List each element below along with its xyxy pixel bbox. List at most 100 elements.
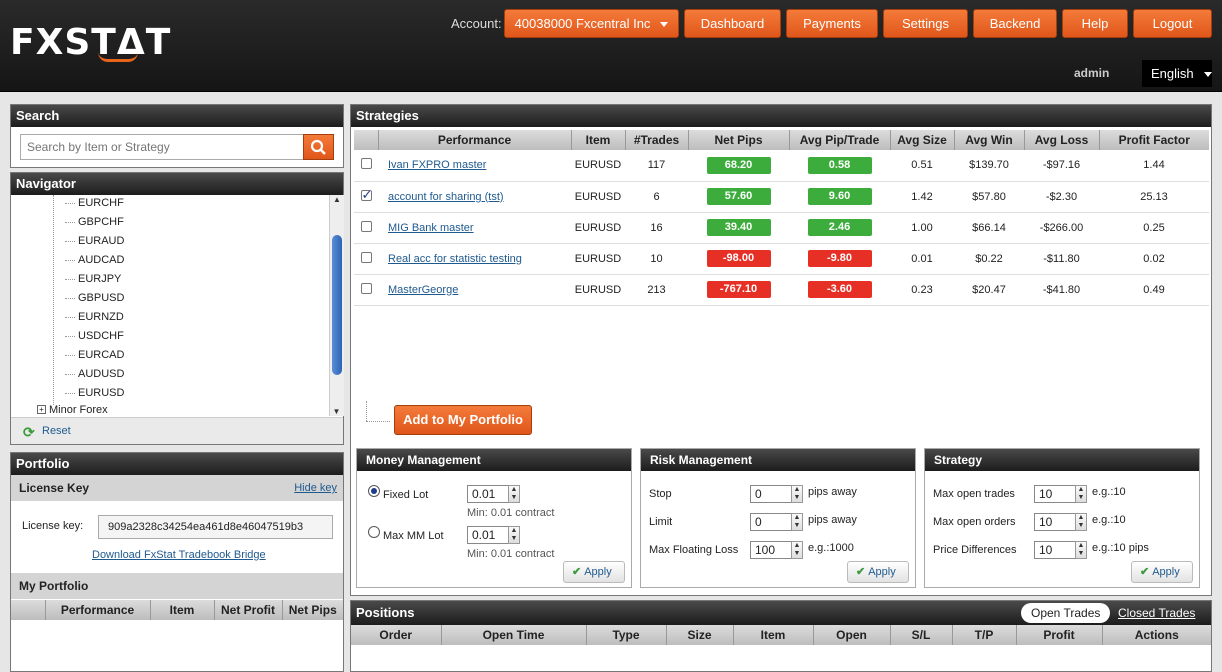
col-item[interactable]: Item bbox=[571, 130, 626, 150]
max-mm-lot-radio[interactable] bbox=[368, 526, 380, 538]
strategy-apply-button[interactable]: ✔ Apply bbox=[1131, 561, 1193, 583]
tree-item[interactable]: EURJPY bbox=[78, 273, 121, 285]
tree-item[interactable]: AUDUSD bbox=[78, 368, 124, 380]
col-profit-factor[interactable]: Profit Factor bbox=[1099, 130, 1209, 150]
col-profit[interactable]: Profit bbox=[1016, 625, 1103, 645]
fxstat-logo[interactable]: FXSTΔT bbox=[10, 22, 171, 63]
tab-open-trades[interactable]: Open Trades bbox=[1021, 603, 1111, 623]
risk-apply-button[interactable]: ✔ Apply bbox=[847, 561, 909, 583]
tree-item[interactable]: EURAUD bbox=[78, 235, 124, 247]
strategies-table: Performance Item #Trades Net Pips Avg Pi… bbox=[354, 130, 1209, 306]
col-type[interactable]: Type bbox=[586, 625, 667, 645]
max-mm-lot-stepper[interactable]: ▲ ▼ bbox=[508, 526, 520, 544]
col-item[interactable]: Item bbox=[150, 600, 215, 620]
strategy-name-link[interactable]: account for sharing (tst) bbox=[388, 191, 504, 203]
col-net-profit[interactable]: Net Profit bbox=[214, 600, 283, 620]
strategy-row[interactable]: Real acc for statistic testing EURUSD 10 -9… bbox=[354, 243, 1209, 275]
hide-key-link[interactable]: Hide key bbox=[294, 475, 337, 501]
navigator-scrollbar[interactable]: ▲ ▼ bbox=[329, 195, 344, 416]
strategy-row[interactable]: MasterGeorge EURUSD 213 -767.10 -3.60 0.23 $20… bbox=[354, 274, 1209, 306]
profit-factor-cell: 0.02 bbox=[1099, 243, 1209, 275]
max-floating-loss-input[interactable]: 100 bbox=[750, 541, 792, 559]
scroll-up-icon[interactable]: ▲ bbox=[330, 195, 344, 204]
strategy-name-link[interactable]: Ivan FXPRO master bbox=[388, 159, 486, 171]
search-input[interactable] bbox=[20, 134, 304, 160]
tree-item[interactable]: EURUSD bbox=[78, 387, 124, 399]
tree-item[interactable]: EURCHF bbox=[78, 197, 124, 209]
col-actions[interactable]: Actions bbox=[1102, 625, 1211, 645]
max-open-trades-stepper[interactable]: ▲ ▼ bbox=[1075, 485, 1087, 503]
tree-item[interactable]: EURNZD bbox=[78, 311, 124, 323]
scroll-down-icon[interactable]: ▼ bbox=[330, 407, 343, 416]
row-checkbox[interactable] bbox=[360, 187, 372, 203]
account-dropdown[interactable]: 40038000 Fxcentral Inc bbox=[504, 9, 679, 38]
col-sl[interactable]: S/L bbox=[890, 625, 953, 645]
download-bridge-link[interactable]: Download FxStat Tradebook Bridge bbox=[92, 549, 266, 561]
strategy-name-link[interactable]: MIG Bank master bbox=[388, 222, 474, 234]
help-button[interactable]: Help bbox=[1062, 9, 1128, 38]
strategy-row[interactable]: MIG Bank master EURUSD 16 39.40 2.46 1.00 $66.… bbox=[354, 212, 1209, 244]
col-item[interactable]: Item bbox=[733, 625, 814, 645]
expand-icon[interactable]: + bbox=[37, 405, 46, 414]
tree-item[interactable]: GBPCHF bbox=[78, 216, 124, 228]
tree-item[interactable]: EURCAD bbox=[78, 349, 124, 361]
reset-link[interactable]: Reset bbox=[42, 425, 71, 437]
max-open-orders-input[interactable]: 10 bbox=[1034, 513, 1076, 531]
col-performance[interactable]: Performance bbox=[378, 130, 572, 150]
row-checkbox[interactable] bbox=[360, 282, 372, 294]
stop-input[interactable]: 0 bbox=[750, 485, 792, 503]
col-performance[interactable]: Performance bbox=[45, 600, 151, 620]
max-open-orders-stepper[interactable]: ▲ ▼ bbox=[1075, 513, 1087, 531]
col-avg-win[interactable]: Avg Win bbox=[954, 130, 1025, 150]
col-open[interactable]: Open bbox=[813, 625, 891, 645]
strategy-name-link[interactable]: MasterGeorge bbox=[388, 284, 458, 296]
col-avg-size[interactable]: Avg Size bbox=[890, 130, 955, 150]
col-size[interactable]: Size bbox=[666, 625, 734, 645]
limit-input[interactable]: 0 bbox=[750, 513, 792, 531]
price-differences-input[interactable]: 10 bbox=[1034, 541, 1076, 559]
max-open-trades-input[interactable]: 10 bbox=[1034, 485, 1076, 503]
col-net-pips[interactable]: Net Pips bbox=[688, 130, 790, 150]
tab-closed-trades[interactable]: Closed Trades bbox=[1118, 601, 1195, 625]
tree-group-minor-forex[interactable]: Minor Forex bbox=[49, 404, 108, 416]
license-key-field[interactable]: 909a2328c34254ea461d8e46047519b3 bbox=[98, 515, 333, 539]
col-avg-loss[interactable]: Avg Loss bbox=[1024, 130, 1100, 150]
tree-item[interactable]: GBPUSD bbox=[78, 292, 124, 304]
price-differences-stepper[interactable]: ▲ ▼ bbox=[1075, 541, 1087, 559]
col-tp[interactable]: T/P bbox=[952, 625, 1017, 645]
payments-button[interactable]: Payments bbox=[786, 9, 878, 38]
add-to-portfolio-button[interactable]: Add to My Portfolio bbox=[394, 405, 532, 435]
limit-stepper[interactable]: ▲ ▼ bbox=[791, 513, 803, 531]
strategy-name-link[interactable]: Real acc for statistic testing bbox=[388, 253, 522, 265]
net-pips-cell: -98.00 bbox=[688, 243, 789, 275]
money-apply-button[interactable]: ✔ Apply bbox=[563, 561, 625, 583]
col-trades[interactable]: #Trades bbox=[625, 130, 689, 150]
tree-item[interactable]: USDCHF bbox=[78, 330, 124, 342]
col-open-time[interactable]: Open Time bbox=[441, 625, 587, 645]
max-mm-lot-input[interactable]: 0.01 bbox=[467, 526, 509, 544]
col-order[interactable]: Order bbox=[351, 625, 442, 645]
language-select[interactable]: English bbox=[1142, 60, 1212, 87]
net-pips-cell: 39.40 bbox=[688, 212, 789, 244]
settings-button[interactable]: Settings bbox=[883, 9, 968, 38]
col-avg-pip-trade[interactable]: Avg Pip/Trade bbox=[789, 130, 891, 150]
fixed-lot-stepper[interactable]: ▲ ▼ bbox=[508, 485, 520, 503]
strategy-row[interactable]: account for sharing (tst) EURUSD6 57.60 9.6… bbox=[354, 181, 1209, 213]
tree-item[interactable]: AUDCAD bbox=[78, 254, 124, 266]
stop-stepper[interactable]: ▲ ▼ bbox=[791, 485, 803, 503]
max-floating-loss-label: Max Floating Loss bbox=[649, 544, 739, 556]
logout-button[interactable]: Logout bbox=[1133, 9, 1212, 38]
scroll-thumb[interactable] bbox=[332, 235, 342, 375]
backend-button[interactable]: Backend bbox=[973, 9, 1057, 38]
strategy-row[interactable]: Ivan FXPRO master EURUSD 117 68.20 0.58 0.51 $… bbox=[354, 150, 1209, 182]
profit-factor-cell: 0.49 bbox=[1099, 274, 1209, 306]
dashboard-button[interactable]: Dashboard bbox=[684, 9, 781, 38]
search-button[interactable] bbox=[303, 134, 334, 160]
row-checkbox[interactable] bbox=[360, 251, 372, 263]
fixed-lot-radio[interactable] bbox=[368, 485, 380, 497]
col-net-pips[interactable]: Net Pips bbox=[282, 600, 343, 620]
fixed-lot-input[interactable]: 0.01 bbox=[467, 485, 509, 503]
row-checkbox[interactable] bbox=[360, 158, 372, 170]
row-checkbox[interactable] bbox=[360, 220, 372, 232]
max-floating-loss-stepper[interactable]: ▲ ▼ bbox=[791, 541, 803, 559]
